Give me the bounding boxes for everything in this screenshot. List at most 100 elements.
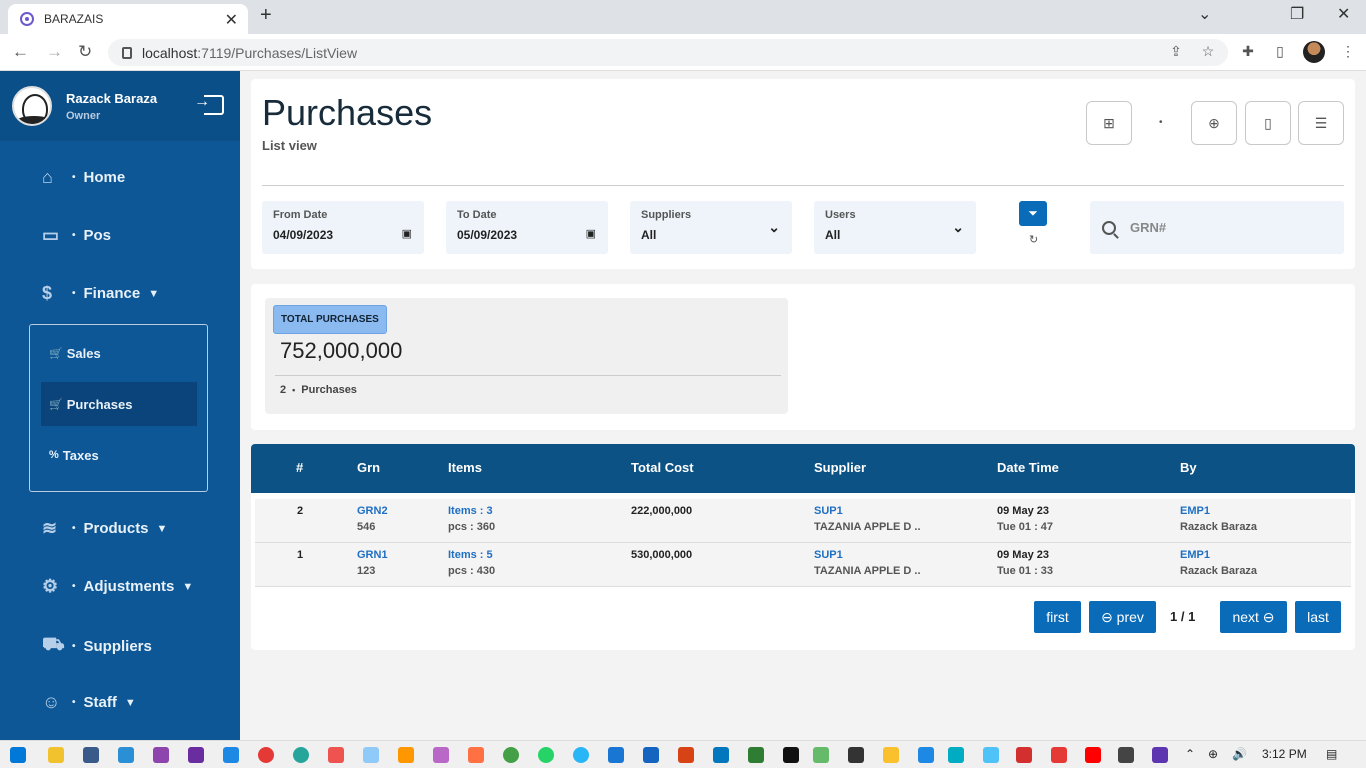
suppliers-select[interactable]: Suppliers All ⌄ (630, 201, 792, 254)
first-page-button[interactable]: first (1034, 601, 1081, 633)
grn-link[interactable]: GRN2 (357, 505, 388, 517)
file-explorer-icon[interactable] (48, 747, 64, 763)
sidebar-item-products[interactable]: ≋ • Products ▼ (42, 518, 167, 539)
address-bar[interactable]: localhost:7119/Purchases/ListView (108, 39, 1228, 66)
browser-tab[interactable]: BARAZAIS ✕ (8, 4, 248, 34)
forward-icon[interactable]: → (46, 42, 63, 62)
excel-icon[interactable] (748, 747, 764, 763)
powerpoint-icon[interactable] (678, 747, 694, 763)
report-button[interactable]: ☰ (1298, 101, 1344, 145)
sidebar-item-finance[interactable]: $ • Finance ▼ (42, 283, 159, 304)
app-icon[interactable] (153, 747, 169, 763)
to-date-field[interactable]: To Date 05/09/2023 ▣ (446, 201, 608, 254)
from-date-value: 04/09/2023 (273, 228, 334, 242)
add-button[interactable]: ⊕ (1191, 101, 1237, 145)
employee-link[interactable]: EMP1 (1180, 549, 1257, 561)
acrobat-icon[interactable] (1016, 747, 1032, 763)
sidebar-item-staff[interactable]: ☺ • Staff ▼ (42, 692, 136, 713)
tab-close-icon[interactable]: ✕ (225, 10, 238, 30)
app-icon[interactable] (83, 747, 99, 763)
start-icon[interactable] (10, 747, 26, 763)
app-icon[interactable] (468, 747, 484, 763)
avatar (12, 86, 52, 126)
side-panel-icon[interactable]: ▯ (1272, 43, 1288, 59)
tab-search-icon[interactable]: ⌄ (1198, 4, 1211, 24)
chevron-up-icon[interactable]: ⌃ (1185, 747, 1195, 761)
visual-studio-icon[interactable] (188, 747, 204, 763)
globe-icon[interactable]: ⊕ (1208, 747, 1218, 761)
table-row[interactable]: 2 GRN2 546 Items : 3 pcs : 360 222,000,000… (255, 499, 1351, 543)
app-icon[interactable] (363, 747, 379, 763)
bookmark-button[interactable]: ▯ (1245, 101, 1291, 145)
grn-link[interactable]: GRN1 (357, 549, 388, 561)
profile-avatar-icon[interactable] (1303, 41, 1325, 63)
close-window-icon[interactable]: ✕ (1337, 4, 1350, 24)
sidebar-item-home[interactable]: ⌂ • Home (42, 167, 125, 188)
app-icon[interactable] (883, 747, 899, 763)
vscode-icon[interactable] (223, 747, 239, 763)
browser-menu-icon[interactable]: ⋮ (1340, 43, 1356, 59)
next-page-button[interactable]: next ⊖ (1220, 601, 1287, 633)
logout-icon[interactable] (194, 93, 224, 115)
grid-view-button[interactable]: ⊞ (1086, 101, 1132, 145)
outlook-icon[interactable] (713, 747, 729, 763)
chrome-icon[interactable] (258, 747, 274, 763)
search-input[interactable] (1130, 220, 1305, 235)
sidebar-item-suppliers[interactable]: ⛟ • Suppliers (42, 634, 152, 658)
prev-page-button[interactable]: ⊖ prev (1089, 601, 1156, 633)
whatsapp-icon[interactable] (538, 747, 554, 763)
user-name: Razack Baraza (66, 90, 158, 106)
app-icon[interactable] (783, 747, 799, 763)
app-icon[interactable] (608, 747, 624, 763)
telegram-icon[interactable] (573, 747, 589, 763)
clock[interactable]: 3:12 PM (1262, 747, 1307, 761)
back-icon[interactable]: ← (12, 42, 29, 62)
itunes-icon[interactable] (433, 747, 449, 763)
utorrent-icon[interactable] (503, 747, 519, 763)
chevron-down-icon: ⌄ (768, 219, 780, 235)
notification-icon[interactable]: ▤ (1326, 747, 1337, 761)
from-date-field[interactable]: From Date 04/09/2023 ▣ (262, 201, 424, 254)
app-icon[interactable] (813, 747, 829, 763)
app-icon[interactable] (1051, 747, 1067, 763)
sidebar-item-adjustments[interactable]: ⚙ • Adjustments ▼ (42, 576, 193, 597)
edge-icon[interactable] (293, 747, 309, 763)
app-icon[interactable] (118, 747, 134, 763)
employee-link[interactable]: EMP1 (1180, 505, 1257, 517)
items-link[interactable]: Items : 5 (448, 549, 495, 561)
app-icon[interactable] (983, 747, 999, 763)
volume-icon[interactable]: 🔊 (1232, 747, 1247, 761)
users-select[interactable]: Users All ⌄ (814, 201, 976, 254)
items-link[interactable]: Items : 3 (448, 505, 495, 517)
extensions-icon[interactable]: ✚ (1240, 43, 1256, 59)
app-icon[interactable] (948, 747, 964, 763)
filter-button[interactable]: ⏷ (1019, 201, 1047, 226)
word-icon[interactable] (643, 747, 659, 763)
vlc-icon[interactable] (398, 747, 414, 763)
caret-down-icon: ▼ (124, 696, 136, 709)
share-icon[interactable]: ⇪ (1168, 43, 1184, 59)
restore-window-icon[interactable]: ❐ (1290, 4, 1304, 24)
app-icon[interactable] (328, 747, 344, 763)
app-icon[interactable] (1152, 747, 1168, 763)
url-host: localhost (142, 44, 198, 61)
youtube-icon[interactable] (1085, 747, 1101, 763)
sidebar-item-taxes[interactable]: % Taxes (41, 433, 197, 477)
calendar-icon[interactable]: ▣ (402, 227, 412, 240)
new-tab-button[interactable]: + (260, 4, 272, 27)
app-icon[interactable] (1118, 747, 1134, 763)
sidebar-item-pos[interactable]: ▭ • Pos (42, 225, 111, 246)
supplier-link[interactable]: SUP1 (814, 505, 921, 517)
last-page-button[interactable]: last (1295, 601, 1341, 633)
terminal-icon[interactable] (848, 747, 864, 763)
reload-icon[interactable]: ↻ (78, 42, 92, 62)
supplier-link[interactable]: SUP1 (814, 549, 921, 561)
reset-icon[interactable]: ↻ (1029, 233, 1038, 246)
sidebar-item-purchases[interactable]: 🛒 Purchases (41, 382, 197, 426)
column-header: Supplier (814, 460, 867, 475)
sidebar-item-sales[interactable]: 🛒 Sales (41, 331, 197, 375)
table-row[interactable]: 1 GRN1 123 Items : 5 pcs : 430 530,000,000… (255, 543, 1351, 587)
app-icon[interactable] (918, 747, 934, 763)
calendar-icon[interactable]: ▣ (586, 227, 596, 240)
bookmark-star-icon[interactable]: ☆ (1200, 43, 1216, 59)
